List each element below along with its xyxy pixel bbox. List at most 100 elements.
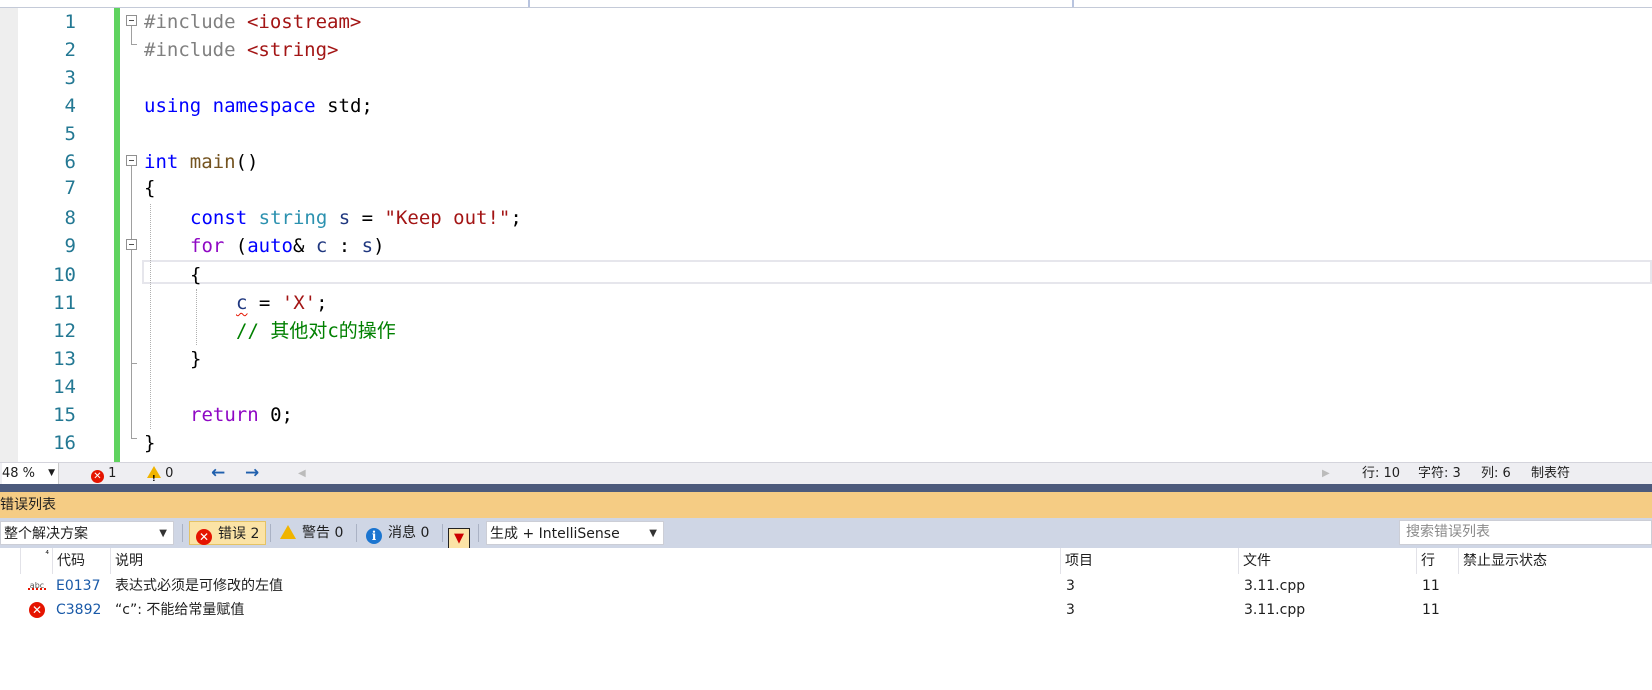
code-line-10: { — [190, 264, 202, 286]
code-line-16: } — [144, 432, 156, 454]
error-list-header: ⁴ 代码 说明 项目 文件 行 禁止显示状态 — [0, 548, 1652, 575]
scope-dropdown[interactable]: 整个解决方案 ▼ — [0, 521, 174, 545]
toolbar-separator — [182, 524, 183, 542]
code-line-7: { — [144, 177, 156, 199]
char-indicator: 字符: 3 — [1418, 466, 1461, 481]
line-number: 8 — [64, 207, 76, 229]
messages-filter-button[interactable]: i 消息 0 — [360, 521, 435, 545]
next-issue-arrow-icon[interactable]: → — [245, 463, 259, 484]
code-line-8: const string s = "Keep out!"; — [190, 207, 522, 229]
error-line: 11 — [1422, 578, 1440, 594]
error-icon: ✕ — [196, 529, 212, 545]
warnings-filter-button[interactable]: 警告 0 — [274, 521, 349, 545]
error-row[interactable]: ✕ C3892 “c”: 不能给常量赋值 3 3.11.cpp 11 — [0, 598, 1652, 622]
error-project: 3 — [1066, 602, 1075, 618]
line-number: 14 — [53, 376, 76, 398]
outline-line — [131, 26, 132, 44]
collapse-region-icon[interactable] — [126, 155, 137, 166]
scroll-right-icon[interactable]: ▶ — [1322, 463, 1330, 484]
warning-count-indicator[interactable]: ! 0 — [147, 463, 173, 484]
tabs-indicator[interactable]: 制表符 — [1531, 463, 1570, 484]
collapse-region-icon[interactable] — [126, 15, 137, 26]
line-number: 1 — [64, 11, 76, 33]
error-code-link[interactable]: E0137 — [56, 574, 100, 598]
pane-splitter[interactable] — [0, 484, 1652, 492]
error-squiggle: c — [236, 292, 248, 314]
line-number: 11 — [53, 292, 76, 314]
column-header-description[interactable]: 说明 — [110, 548, 1060, 574]
previous-issue-arrow-icon[interactable]: ← — [211, 463, 225, 484]
error-count-indicator[interactable]: ✕ 1 — [91, 463, 116, 484]
indent-guide — [150, 204, 151, 429]
error-icon: ✕ — [29, 602, 45, 618]
line-number: 6 — [64, 151, 76, 173]
line-number: 10 — [53, 264, 76, 286]
code-line-4: using namespace std; — [144, 95, 373, 117]
code-line-15: return 0; — [190, 404, 293, 426]
filter-icon: ▼ — [448, 528, 470, 550]
error-project: 3 — [1066, 578, 1075, 594]
toolbar-separator — [478, 524, 479, 542]
outline-line — [131, 438, 137, 439]
current-line-highlight — [142, 260, 1652, 284]
line-number: 13 — [53, 348, 76, 370]
outline-line — [131, 363, 137, 364]
search-error-list-input[interactable]: 搜索错误列表 — [1399, 520, 1652, 545]
chevron-down-icon: ▼ — [649, 528, 657, 539]
scroll-left-icon[interactable]: ◀ — [298, 463, 306, 484]
column-header-project[interactable]: 项目 — [1060, 548, 1238, 574]
code-line-1: #include <iostream> — [144, 11, 362, 33]
line-number: 2 — [64, 39, 76, 61]
line-number: 16 — [53, 432, 76, 454]
error-list-title: 错误列表 — [0, 497, 56, 513]
error-row[interactable]: abc E0137 表达式必须是可修改的左值 3 3.11.cpp 11 — [0, 574, 1652, 598]
code-line-6: int main() — [144, 151, 259, 173]
zoom-level: 48 % — [2, 466, 36, 481]
toolbar-separator — [270, 524, 271, 542]
member-dropdown[interactable] — [528, 0, 1074, 7]
toolbar-separator — [442, 524, 443, 542]
error-description: 表达式必须是可修改的左值 — [115, 578, 283, 594]
error-file: 3.11.cpp — [1244, 602, 1306, 618]
code-line-2: #include <string> — [144, 39, 339, 61]
line-number: 4 — [64, 95, 76, 117]
column-header-line[interactable]: 行 — [1416, 548, 1458, 574]
code-line-11: c = 'X'; — [236, 292, 328, 314]
error-list-title-bar: 错误列表 — [0, 492, 1652, 518]
error-code-link[interactable]: C3892 — [56, 598, 101, 622]
column-indicator: 列: 6 — [1481, 466, 1511, 481]
zoom-dropdown[interactable]: 48 % ▼ — [2, 463, 59, 484]
error-description: “c”: 不能给常量赋值 — [115, 602, 245, 618]
line-number: 15 — [53, 404, 76, 426]
column-header-code[interactable]: 代码 — [52, 548, 110, 574]
line-indicator: 行: 10 — [1362, 466, 1401, 481]
code-editor[interactable]: 1 2 3 4 5 6 7 8 9 10 11 12 13 14 15 16 #… — [0, 8, 1652, 462]
column-header-file[interactable]: 文件 — [1238, 548, 1416, 574]
column-header-suppression[interactable]: 禁止显示状态 — [1458, 548, 1652, 574]
line-number: 12 — [53, 320, 76, 342]
outline-line — [131, 44, 137, 45]
outline-line — [131, 166, 132, 438]
collapse-region-icon[interactable] — [126, 239, 137, 250]
line-number: 9 — [64, 235, 76, 257]
code-line-13: } — [190, 348, 202, 370]
error-file: 3.11.cpp — [1244, 578, 1306, 594]
error-line: 11 — [1422, 602, 1440, 618]
filter-button[interactable]: ▼ — [448, 521, 470, 550]
warning-icon — [280, 525, 296, 539]
sort-column-header[interactable]: ⁴ — [20, 548, 52, 574]
code-line-9: for (auto& c : s) — [190, 235, 385, 257]
line-number: 7 — [64, 177, 76, 199]
code-line-12: // 其他对c的操作 — [236, 320, 396, 342]
error-icon: ✕ — [91, 470, 104, 483]
change-tracking-bar — [114, 8, 120, 462]
navigation-bar — [0, 0, 1652, 8]
editor-status-bar: 48 % ▼ ✕ 1 ! 0 ← → ◀ ▶ 行: 10 字符: 3 列: 6 制… — [0, 462, 1652, 484]
toolbar-separator — [356, 524, 357, 542]
chevron-down-icon: ▼ — [48, 468, 55, 478]
indent-guide — [196, 289, 197, 345]
build-source-dropdown[interactable]: 生成 + IntelliSense ▼ — [486, 521, 664, 545]
indicator-margin — [0, 8, 18, 462]
intellisense-error-icon: abc — [28, 581, 46, 590]
errors-filter-button[interactable]: ✕ 错误 2 — [189, 521, 267, 545]
